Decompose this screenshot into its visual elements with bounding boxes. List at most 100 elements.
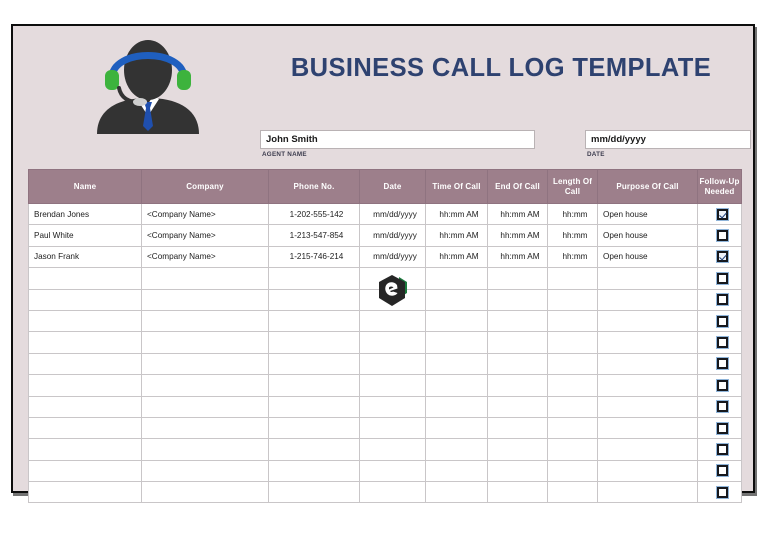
cell-name[interactable] [28, 267, 142, 290]
checkbox-checked-icon[interactable] [715, 207, 729, 221]
cell-length-of-call[interactable]: hh:mm [547, 224, 598, 247]
cell-time-of-call[interactable] [425, 481, 488, 504]
cell-company[interactable] [141, 395, 269, 418]
cell-purpose[interactable] [597, 438, 698, 461]
cell-company[interactable]: <Company Name> [141, 202, 269, 226]
table-row[interactable]: Paul White <Company Name> 1-213-547-854 mm/… [28, 224, 742, 247]
cell-purpose[interactable] [597, 331, 698, 354]
checkbox-unchecked-icon[interactable] [715, 357, 729, 371]
cell-date[interactable] [359, 395, 426, 418]
table-row[interactable] [28, 459, 742, 483]
cell-phone[interactable] [268, 352, 360, 376]
cell-company[interactable] [141, 309, 269, 333]
cell-follow-up[interactable] [697, 331, 742, 354]
cell-phone[interactable]: 1-202-555-142 [268, 202, 360, 226]
cell-company[interactable] [141, 416, 269, 440]
cell-date[interactable] [359, 288, 426, 311]
cell-company[interactable] [141, 288, 269, 311]
cell-end-of-call[interactable] [487, 331, 548, 354]
cell-follow-up[interactable] [697, 352, 742, 376]
cell-length-of-call[interactable]: hh:mm [547, 202, 598, 226]
cell-date[interactable] [359, 459, 426, 483]
cell-company[interactable]: <Company Name> [141, 245, 269, 269]
cell-follow-up[interactable] [697, 267, 742, 290]
cell-purpose[interactable]: Open house [597, 202, 698, 226]
cell-purpose[interactable]: Open house [597, 224, 698, 247]
cell-length-of-call[interactable] [547, 395, 598, 418]
cell-follow-up[interactable] [697, 202, 742, 226]
cell-name[interactable] [28, 331, 142, 354]
cell-length-of-call[interactable] [547, 331, 598, 354]
cell-phone[interactable] [268, 416, 360, 440]
checkbox-unchecked-icon[interactable] [715, 378, 729, 392]
cell-time-of-call[interactable] [425, 459, 488, 483]
cell-length-of-call[interactable] [547, 459, 598, 483]
cell-purpose[interactable] [597, 481, 698, 504]
cell-end-of-call[interactable] [487, 438, 548, 461]
date-input[interactable]: mm/dd/yyyy [585, 130, 751, 149]
checkbox-unchecked-icon[interactable] [715, 464, 729, 478]
cell-end-of-call[interactable] [487, 309, 548, 333]
cell-follow-up[interactable] [697, 438, 742, 461]
cell-purpose[interactable] [597, 374, 698, 397]
cell-date[interactable] [359, 481, 426, 504]
table-row[interactable]: Brendan Jones <Company Name> 1-202-555-142… [28, 202, 742, 226]
checkbox-unchecked-icon[interactable] [715, 421, 729, 435]
table-row[interactable] [28, 416, 742, 440]
table-row[interactable] [28, 374, 742, 397]
cell-phone[interactable]: 1-213-547-854 [268, 224, 360, 247]
checkbox-unchecked-icon[interactable] [715, 314, 729, 328]
cell-length-of-call[interactable] [547, 267, 598, 290]
cell-name[interactable] [28, 352, 142, 376]
table-row[interactable]: Jason Frank <Company Name> 1-215-746-214 mm… [28, 245, 742, 269]
cell-follow-up[interactable] [697, 481, 742, 504]
cell-date[interactable] [359, 331, 426, 354]
cell-phone[interactable] [268, 395, 360, 418]
cell-company[interactable] [141, 331, 269, 354]
cell-end-of-call[interactable] [487, 459, 548, 483]
table-row[interactable] [28, 438, 742, 461]
cell-phone[interactable] [268, 481, 360, 504]
checkbox-unchecked-icon[interactable] [715, 271, 729, 285]
cell-length-of-call[interactable]: hh:mm [547, 245, 598, 269]
cell-date[interactable] [359, 352, 426, 376]
cell-end-of-call[interactable] [487, 267, 548, 290]
cell-purpose[interactable] [597, 416, 698, 440]
cell-time-of-call[interactable]: hh:mm AM [425, 202, 488, 226]
cell-follow-up[interactable] [697, 374, 742, 397]
cell-time-of-call[interactable] [425, 395, 488, 418]
cell-time-of-call[interactable]: hh:mm AM [425, 224, 488, 247]
cell-purpose[interactable] [597, 309, 698, 333]
cell-phone[interactable] [268, 288, 360, 311]
cell-time-of-call[interactable]: hh:mm AM [425, 245, 488, 269]
cell-phone[interactable] [268, 331, 360, 354]
cell-end-of-call[interactable] [487, 416, 548, 440]
cell-name[interactable] [28, 374, 142, 397]
cell-name[interactable] [28, 438, 142, 461]
cell-time-of-call[interactable] [425, 288, 488, 311]
cell-name[interactable]: Brendan Jones [28, 202, 142, 226]
cell-length-of-call[interactable] [547, 288, 598, 311]
table-row[interactable] [28, 395, 742, 418]
cell-length-of-call[interactable] [547, 352, 598, 376]
cell-company[interactable] [141, 438, 269, 461]
cell-company[interactable] [141, 374, 269, 397]
cell-company[interactable] [141, 459, 269, 483]
cell-date[interactable] [359, 309, 426, 333]
cell-purpose[interactable] [597, 395, 698, 418]
cell-phone[interactable]: 1-215-746-214 [268, 245, 360, 269]
cell-end-of-call[interactable] [487, 374, 548, 397]
checkbox-unchecked-icon[interactable] [715, 442, 729, 456]
cell-follow-up[interactable] [697, 459, 742, 483]
cell-phone[interactable] [268, 267, 360, 290]
cell-end-of-call[interactable] [487, 352, 548, 376]
cell-end-of-call[interactable]: hh:mm AM [487, 224, 548, 247]
agent-name-field[interactable]: John Smith AGENT NAME [260, 130, 535, 158]
cell-length-of-call[interactable] [547, 374, 598, 397]
cell-length-of-call[interactable] [547, 481, 598, 504]
cell-name[interactable] [28, 481, 142, 504]
cell-date[interactable]: mm/dd/yyyy [359, 245, 426, 269]
cell-length-of-call[interactable] [547, 309, 598, 333]
agent-name-input[interactable]: John Smith [260, 130, 535, 149]
cell-length-of-call[interactable] [547, 438, 598, 461]
